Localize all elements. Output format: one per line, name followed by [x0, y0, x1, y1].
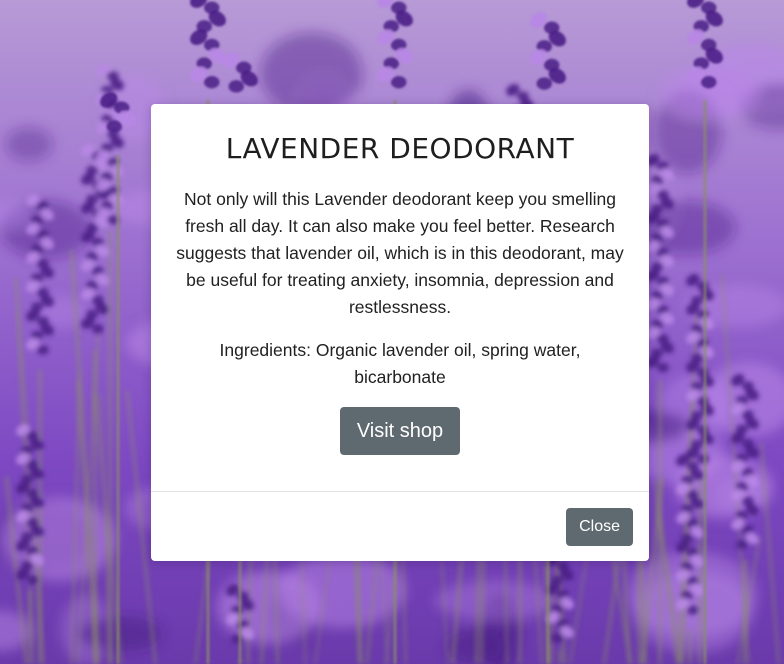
- modal-title: LAVENDER DEODORANT: [225, 132, 575, 165]
- product-ingredients: Ingredients: Organic lavender oil, sprin…: [219, 340, 581, 387]
- visit-shop-button[interactable]: Visit shop: [339, 407, 461, 455]
- close-button[interactable]: Close: [566, 508, 633, 546]
- product-modal: LAVENDER DEODORANT Not only will this La…: [151, 104, 649, 561]
- modal-body: LAVENDER DEODORANT Not only will this La…: [151, 104, 649, 491]
- modal-footer: Close: [151, 492, 649, 561]
- product-description: Not only will this Lavender deodorant ke…: [176, 189, 624, 317]
